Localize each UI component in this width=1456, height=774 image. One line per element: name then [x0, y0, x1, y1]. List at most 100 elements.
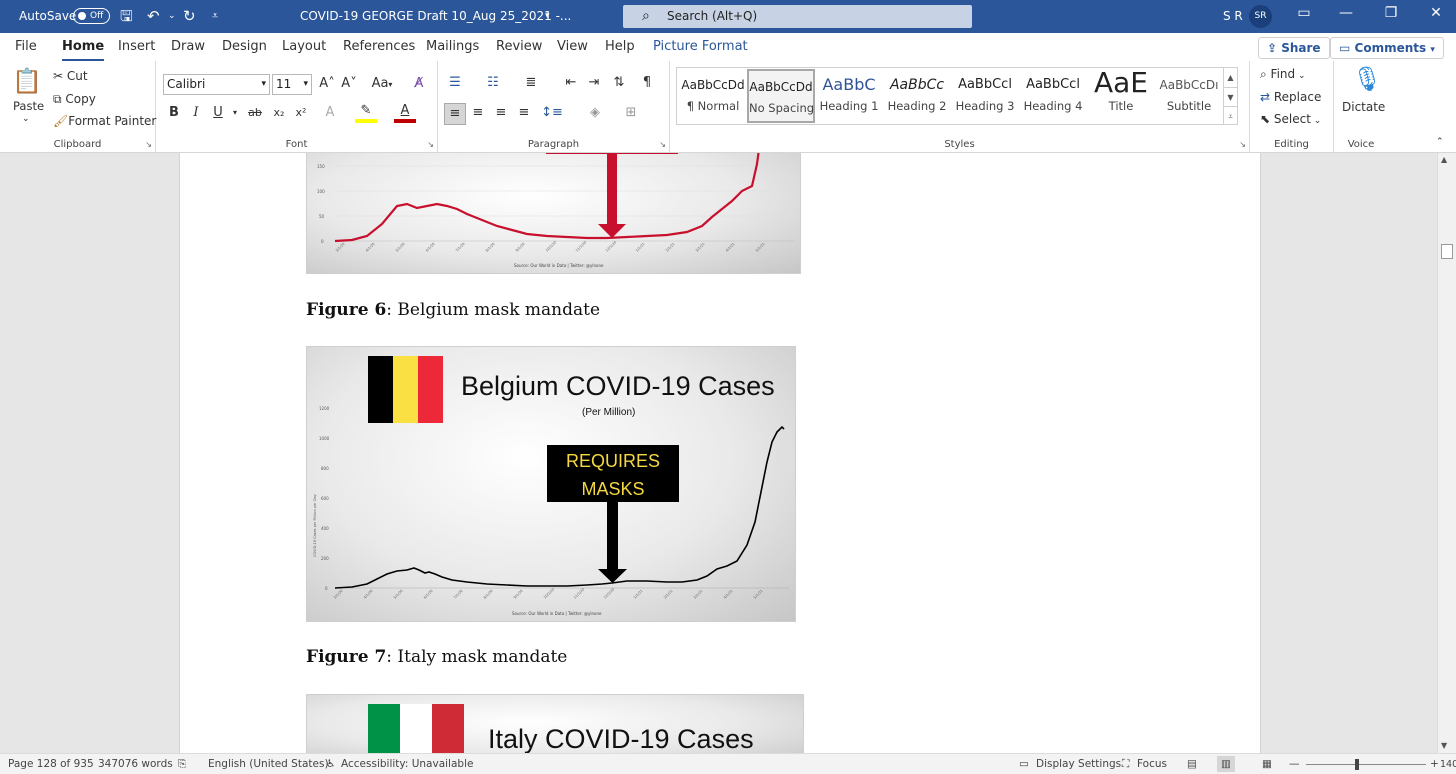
style-normal[interactable]: AaBbCcDd ¶ Normal: [679, 69, 747, 123]
document-page[interactable]: 0 50 100 150 3/1/20 4/1/20 5/1/20 6/1/20…: [179, 153, 1261, 753]
style-no-spacing[interactable]: AaBbCcDd No Spacing: [747, 69, 815, 123]
tab-layout[interactable]: Layout: [282, 39, 326, 54]
scroll-down-icon[interactable]: ▼: [1441, 741, 1447, 750]
proofing-icon[interactable]: ⎘: [178, 758, 186, 771]
font-family-select[interactable]: Calibri ▾: [163, 74, 270, 95]
change-case-button[interactable]: Aa▾: [368, 74, 396, 95]
superscript-icon[interactable]: x²: [290, 103, 312, 123]
focus-button[interactable]: Focus: [1137, 758, 1167, 770]
align-left-icon[interactable]: ≡: [444, 103, 466, 125]
format-painter-button[interactable]: 🖌Format Painter: [53, 114, 156, 128]
clipboard-launcher-icon[interactable]: ↘: [145, 140, 152, 149]
underline-dropdown-icon[interactable]: ▾: [224, 103, 246, 123]
text-effects-icon[interactable]: A: [319, 103, 341, 123]
zoom-level[interactable]: 140%: [1440, 759, 1456, 770]
redo-icon[interactable]: ↻: [183, 6, 196, 26]
tab-mailings[interactable]: Mailings: [426, 39, 479, 54]
tab-view[interactable]: View: [557, 39, 588, 54]
justify-icon[interactable]: ≡: [513, 103, 535, 123]
subscript-icon[interactable]: x₂: [268, 103, 290, 123]
minimize-icon[interactable]: —: [1331, 5, 1361, 21]
save-icon[interactable]: 🖫: [120, 6, 133, 26]
italic-icon[interactable]: I: [185, 103, 207, 123]
tab-picture-format[interactable]: Picture Format: [653, 39, 748, 54]
highlight-icon[interactable]: ✎: [355, 103, 377, 123]
select-button[interactable]: ⬉ Select ⌄: [1260, 112, 1321, 126]
web-layout-icon[interactable]: ▦: [1262, 758, 1272, 770]
styles-launcher-icon[interactable]: ↘: [1239, 140, 1246, 149]
style-heading-1[interactable]: AaBbC Heading 1: [815, 69, 883, 123]
clear-formatting-icon[interactable]: A̸: [408, 74, 430, 94]
font-size-select[interactable]: 11 ▾: [272, 74, 312, 95]
read-mode-icon[interactable]: ▤: [1187, 758, 1197, 770]
copy-button[interactable]: ⧉ Copy: [53, 92, 96, 107]
accessibility-status[interactable]: Accessibility: Unavailable: [341, 758, 473, 770]
find-button[interactable]: ⌕ Find ⌄: [1260, 67, 1306, 82]
vertical-scrollbar[interactable]: ▲ ▼: [1437, 153, 1456, 753]
paste-icon[interactable]: 📋: [12, 67, 42, 95]
decrease-indent-icon[interactable]: ⇤: [560, 73, 582, 93]
multilevel-list-icon[interactable]: ≣: [520, 73, 542, 93]
zoom-slider[interactable]: [1306, 764, 1426, 765]
borders-icon[interactable]: ⊞: [620, 103, 642, 123]
zoom-out-icon[interactable]: —: [1289, 758, 1300, 770]
tab-help[interactable]: Help: [605, 39, 635, 54]
previous-figure-image[interactable]: 0 50 100 150 3/1/20 4/1/20 5/1/20 6/1/20…: [306, 153, 801, 274]
close-icon[interactable]: ✕: [1421, 5, 1451, 21]
strikethrough-icon[interactable]: ab: [244, 103, 266, 123]
tab-review[interactable]: Review: [496, 39, 542, 54]
restore-icon[interactable]: ❐: [1376, 5, 1406, 21]
title-dropdown-icon[interactable]: ▾: [545, 11, 550, 21]
style-subtitle[interactable]: AaBbCcDı Subtitle: [1155, 69, 1223, 123]
undo-dropdown-icon[interactable]: ⌄: [168, 6, 176, 26]
paste-button[interactable]: Paste: [13, 99, 44, 113]
display-settings-button[interactable]: Display Settings: [1036, 758, 1121, 770]
zoom-slider-thumb[interactable]: [1355, 759, 1359, 770]
scrollbar-thumb[interactable]: [1441, 244, 1453, 259]
style-heading-4[interactable]: AaBbCcl Heading 4: [1019, 69, 1087, 123]
font-launcher-icon[interactable]: ↘: [427, 140, 434, 149]
tab-draw[interactable]: Draw: [171, 39, 205, 54]
collapse-ribbon-icon[interactable]: ⌃: [1436, 137, 1444, 147]
grow-font-icon[interactable]: A˄: [316, 74, 338, 94]
language-status[interactable]: English (United States): [208, 758, 329, 770]
microphone-icon[interactable]: 🎙: [1352, 65, 1382, 93]
increase-indent-icon[interactable]: ⇥: [583, 73, 605, 93]
paragraph-launcher-icon[interactable]: ↘: [659, 140, 666, 149]
dictate-button[interactable]: Dictate: [1342, 100, 1385, 114]
customize-toolbar-icon[interactable]: ⩡: [212, 6, 218, 26]
word-count[interactable]: 347076 words: [98, 758, 173, 770]
document-title[interactable]: COVID-19 GEORGE Draft 10_Aug 25_2021 -..…: [300, 9, 571, 23]
search-box[interactable]: ⌕ Search (Alt+Q): [623, 5, 972, 28]
tab-design[interactable]: Design: [222, 39, 267, 54]
undo-icon[interactable]: ↶: [147, 6, 160, 26]
avatar[interactable]: SR: [1249, 5, 1272, 28]
italy-figure-image[interactable]: Italy COVID-19 Cases: [306, 694, 804, 753]
zoom-in-icon[interactable]: +: [1430, 758, 1439, 770]
style-heading-3[interactable]: AaBbCcl Heading 3: [951, 69, 1019, 123]
share-button[interactable]: ⇪ Share: [1258, 37, 1330, 59]
replace-button[interactable]: ⇄ Replace: [1260, 90, 1321, 104]
page-count[interactable]: Page 128 of 935: [8, 758, 94, 770]
scroll-up-icon[interactable]: ▲: [1441, 155, 1447, 164]
styles-more-icon[interactable]: ⩡: [1223, 106, 1237, 125]
bold-icon[interactable]: B: [163, 103, 185, 123]
cut-button[interactable]: ✂ Cut: [53, 69, 88, 83]
ribbon-display-icon[interactable]: ▭: [1289, 5, 1319, 21]
styles-scroll-up-icon[interactable]: ▲: [1223, 68, 1237, 87]
style-heading-2[interactable]: AaBbCc Heading 2: [883, 69, 951, 123]
numbering-icon[interactable]: ☷: [482, 73, 504, 93]
shrink-font-icon[interactable]: A˅: [338, 74, 360, 94]
tab-file[interactable]: File: [15, 39, 37, 54]
belgium-figure-image[interactable]: Belgium COVID-19 Cases (Per Million) COV…: [306, 346, 796, 622]
align-right-icon[interactable]: ≡: [490, 103, 512, 123]
print-layout-icon[interactable]: ▥: [1217, 756, 1235, 772]
line-spacing-icon[interactable]: ↕≡: [541, 103, 563, 123]
tab-insert[interactable]: Insert: [118, 39, 155, 54]
paste-dropdown-icon[interactable]: ⌄: [22, 114, 30, 124]
style-title[interactable]: AaE Title: [1087, 69, 1155, 123]
comments-button[interactable]: ▭ Comments ▾: [1330, 37, 1444, 59]
show-formatting-icon[interactable]: ¶: [636, 73, 658, 93]
tab-references[interactable]: References: [343, 39, 415, 54]
styles-scroll-down-icon[interactable]: ▼: [1223, 87, 1237, 106]
